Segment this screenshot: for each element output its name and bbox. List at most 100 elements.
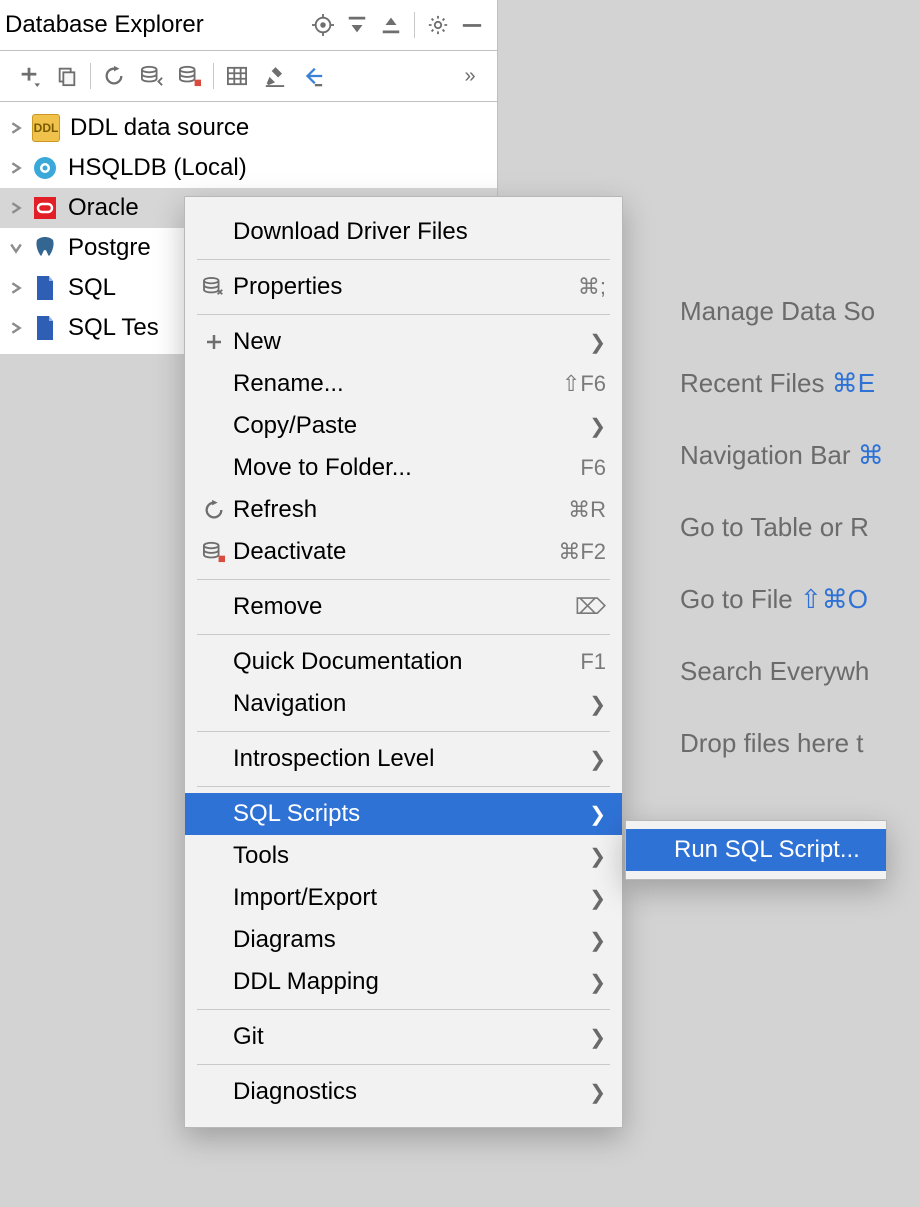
chevron-right-icon: ❯ [586, 747, 606, 772]
menu-item-quick-documentation[interactable]: Quick DocumentationF1 [185, 641, 622, 683]
menu-item-move-to-folder[interactable]: Move to Folder...F6 [185, 447, 622, 489]
chevron-right-icon [6, 322, 26, 334]
welcome-link[interactable]: Recent Files ⌘E [680, 347, 884, 419]
menu-item-sql-scripts[interactable]: SQL Scripts❯ [185, 793, 622, 835]
table-icon[interactable] [218, 57, 256, 95]
menu-shortcut: ⌦ [575, 594, 606, 620]
minimize-icon[interactable] [455, 8, 489, 42]
menu-label: Quick Documentation [229, 648, 580, 676]
jump-to-icon[interactable] [294, 57, 332, 95]
menu-item-download-driver-files[interactable]: Download Driver Files [185, 211, 622, 253]
tree-row-hsqldb[interactable]: HSQLDB (Local) [0, 148, 497, 188]
tree-row-ddl[interactable]: DDL DDL data source [0, 108, 497, 148]
edit-icon[interactable] [256, 57, 294, 95]
menu-item-remove[interactable]: Remove⌦ [185, 586, 622, 628]
menu-label: New [229, 328, 586, 356]
overflow-icon[interactable]: » [451, 57, 489, 95]
welcome-link[interactable]: Drop files here t [680, 707, 884, 779]
menu-label: SQL Scripts [229, 800, 586, 828]
chevron-down-icon [6, 242, 26, 254]
menu-item-ddl-mapping[interactable]: DDL Mapping❯ [185, 961, 622, 1003]
menu-label: Navigation [229, 690, 586, 718]
welcome-link-text: Go to Table or R [680, 512, 869, 542]
panel-title: Database Explorer [5, 11, 204, 39]
chevron-right-icon: ❯ [586, 844, 606, 869]
menu-item-import-export[interactable]: Import/Export❯ [185, 877, 622, 919]
tree-label: SQL Tes [68, 314, 159, 342]
welcome-link[interactable]: Go to Table or R [680, 491, 884, 563]
menu-label: Deactivate [229, 538, 558, 566]
welcome-link-shortcut: ⇧⌘O [800, 584, 868, 614]
target-icon[interactable] [306, 8, 340, 42]
add-icon[interactable] [10, 57, 48, 95]
chevron-right-icon: ❯ [586, 692, 606, 717]
submenu-label: Run SQL Script... [670, 836, 870, 864]
gear-icon[interactable] [421, 8, 455, 42]
menu-shortcut: F1 [580, 649, 606, 675]
db-stop-icon[interactable] [171, 57, 209, 95]
menu-item-properties[interactable]: Properties⌘; [185, 266, 622, 308]
menu-label: Remove [229, 593, 575, 621]
postgres-icon [32, 235, 58, 261]
tree-label: DDL data source [70, 114, 249, 142]
submenu-item-run-sql-script[interactable]: Run SQL Script... [626, 829, 886, 871]
welcome-links: Manage Data SoRecent Files ⌘ENavigation … [680, 275, 884, 779]
welcome-link-text: Manage Data So [680, 296, 875, 326]
collapse-all-icon[interactable] [374, 8, 408, 42]
menu-label: Git [229, 1023, 586, 1051]
welcome-link[interactable]: Navigation Bar ⌘ [680, 419, 884, 491]
welcome-link-shortcut: ⌘E [832, 368, 875, 398]
welcome-link[interactable]: Manage Data So [680, 275, 884, 347]
menu-label: Diagnostics [229, 1078, 586, 1106]
chevron-right-icon [6, 122, 26, 134]
tree-label: Postgre [68, 234, 151, 262]
chevron-right-icon: ❯ [586, 970, 606, 995]
menu-item-deactivate[interactable]: Deactivate⌘F2 [185, 531, 622, 573]
menu-item-navigation[interactable]: Navigation❯ [185, 683, 622, 725]
chevron-right-icon [6, 282, 26, 294]
menu-label: Import/Export [229, 884, 586, 912]
welcome-link[interactable]: Search Everywh [680, 635, 884, 707]
chevron-right-icon [6, 162, 26, 174]
ddl-icon: DDL [32, 114, 60, 142]
chevron-right-icon: ❯ [586, 928, 606, 953]
deactivate-icon [199, 541, 229, 563]
menu-item-introspection-level[interactable]: Introspection Level❯ [185, 738, 622, 780]
sql-file-icon [32, 315, 58, 341]
properties-icon [199, 277, 229, 297]
refresh-icon[interactable] [95, 57, 133, 95]
sql-file-icon [32, 275, 58, 301]
menu-item-copy-paste[interactable]: Copy/Paste❯ [185, 405, 622, 447]
plus-icon [199, 333, 229, 351]
chevron-right-icon: ❯ [586, 1025, 606, 1050]
menu-item-diagnostics[interactable]: Diagnostics❯ [185, 1071, 622, 1113]
db-sync-icon[interactable] [133, 57, 171, 95]
welcome-link-shortcut: ⌘ [858, 440, 884, 470]
oracle-icon [32, 195, 58, 221]
refresh-icon [199, 499, 229, 521]
menu-item-tools[interactable]: Tools❯ [185, 835, 622, 877]
menu-item-git[interactable]: Git❯ [185, 1016, 622, 1058]
chevron-right-icon: ❯ [586, 886, 606, 911]
menu-shortcut: ⌘R [568, 497, 606, 523]
menu-label: Properties [229, 273, 578, 301]
welcome-link-text: Navigation Bar [680, 440, 858, 470]
menu-label: Copy/Paste [229, 412, 586, 440]
expand-all-icon[interactable] [340, 8, 374, 42]
tree-label: Oracle [68, 194, 139, 222]
chevron-right-icon: ❯ [586, 802, 606, 827]
welcome-link[interactable]: Go to File ⇧⌘O [680, 563, 884, 635]
hsqldb-icon [32, 155, 58, 181]
tree-label: SQL [68, 274, 116, 302]
chevron-right-icon: ❯ [586, 330, 606, 355]
welcome-link-text: Search Everywh [680, 656, 869, 686]
menu-item-diagrams[interactable]: Diagrams❯ [185, 919, 622, 961]
menu-item-new[interactable]: New❯ [185, 321, 622, 363]
menu-shortcut: ⌘; [578, 274, 606, 300]
menu-item-rename[interactable]: Rename...⇧F6 [185, 363, 622, 405]
copy-icon[interactable] [48, 57, 86, 95]
menu-label: Introspection Level [229, 745, 586, 773]
menu-item-refresh[interactable]: Refresh⌘R [185, 489, 622, 531]
welcome-link-text: Drop files here t [680, 728, 864, 758]
menu-label: Refresh [229, 496, 568, 524]
